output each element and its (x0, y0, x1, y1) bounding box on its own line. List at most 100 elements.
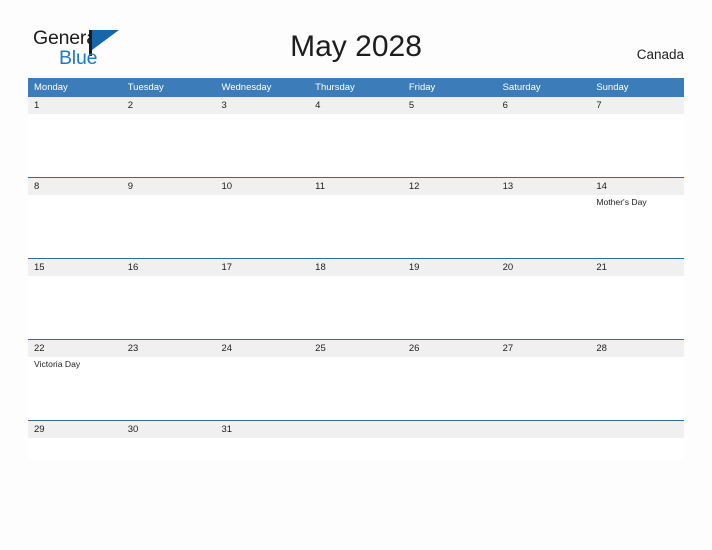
calendar-grid: Monday Tuesday Wednesday Thursday Friday… (28, 78, 684, 460)
day-number[interactable]: 19 (403, 259, 497, 276)
day-cell[interactable] (215, 357, 309, 420)
day-cell-empty (309, 438, 403, 460)
day-cell[interactable] (309, 114, 403, 177)
week-date-band: 15 16 17 18 19 20 21 (28, 259, 684, 276)
day-cell[interactable] (497, 276, 591, 339)
country-label: Canada (636, 47, 684, 62)
day-cell[interactable] (403, 114, 497, 177)
week-content-band: Victoria Day (28, 357, 684, 420)
day-number[interactable]: 20 (497, 259, 591, 276)
week-content-band: Mother's Day (28, 195, 684, 258)
day-number[interactable]: 3 (215, 97, 309, 114)
day-cell[interactable] (590, 114, 684, 177)
calendar-week-row: 1234567 (28, 97, 684, 177)
day-cell[interactable] (215, 276, 309, 339)
day-cell-empty (497, 438, 591, 460)
day-number[interactable]: 6 (497, 97, 591, 114)
day-cell[interactable] (403, 195, 497, 258)
weekday-header-thursday: Thursday (315, 82, 355, 93)
day-cell[interactable] (122, 195, 216, 258)
day-number[interactable]: 30 (122, 421, 216, 438)
week-date-band: 29 30 31 (28, 421, 684, 438)
week-date-band: 1234567 (28, 97, 684, 114)
calendar-week-row: 15 16 17 18 19 20 21 (28, 258, 684, 339)
day-cell-empty (403, 438, 497, 460)
day-number[interactable]: 22 (28, 340, 122, 357)
weekday-header-tuesday: Tuesday (127, 82, 164, 93)
calendar-week-row: 8 9 10 11 12 13 14 Mother's Day (28, 177, 684, 258)
day-cell[interactable]: Victoria Day (28, 357, 122, 420)
day-cell[interactable] (28, 195, 122, 258)
day-number[interactable]: 25 (309, 340, 403, 357)
day-number[interactable]: 13 (497, 178, 591, 195)
day-number[interactable]: 21 (590, 259, 684, 276)
day-cell[interactable] (122, 357, 216, 420)
day-number[interactable]: 24 (215, 340, 309, 357)
day-cell-empty (403, 421, 497, 438)
day-number[interactable]: 29 (28, 421, 122, 438)
week-date-band: 22 23 24 25 26 27 28 (28, 340, 684, 357)
day-number[interactable]: 14 (590, 178, 684, 195)
day-number[interactable]: 9 (122, 178, 216, 195)
day-cell[interactable] (497, 357, 591, 420)
weekday-header-row: Monday Tuesday Wednesday Thursday Friday… (28, 78, 684, 97)
day-number[interactable]: 11 (309, 178, 403, 195)
day-number[interactable]: 18 (309, 259, 403, 276)
day-number[interactable]: 23 (122, 340, 216, 357)
day-number[interactable]: 28 (590, 340, 684, 357)
day-number[interactable]: 10 (215, 178, 309, 195)
day-number[interactable]: 15 (28, 259, 122, 276)
day-cell[interactable] (590, 276, 684, 339)
calendar-weeks: 1 2 3 4 5 6 7 8 9 10 11 12 13 14 Mother's Day 15 16 17 18 1… (28, 97, 684, 460)
page-header: General Blue May 2028 Canada (0, 0, 712, 78)
weekday-header-saturday: Saturday (502, 82, 541, 93)
day-number[interactable]: 5 (403, 97, 497, 114)
week-content-band (28, 438, 684, 460)
day-cell[interactable] (215, 195, 309, 258)
day-cell[interactable] (403, 357, 497, 420)
page-title: May 2028 (290, 30, 422, 63)
weekday-header-sunday: Sunday (596, 82, 629, 93)
day-cell[interactable] (28, 114, 122, 177)
weekday-header-monday: Monday (34, 82, 68, 93)
day-number[interactable]: 27 (497, 340, 591, 357)
day-number[interactable]: 16 (122, 259, 216, 276)
day-number[interactable]: 1 (28, 97, 122, 114)
day-number[interactable]: 4 (309, 97, 403, 114)
day-event: Victoria Day (34, 359, 81, 369)
week-content-band (28, 276, 684, 339)
day-cell[interactable] (497, 195, 591, 258)
week-content-band (28, 114, 684, 177)
weekday-header-friday: Friday (408, 82, 436, 93)
day-cell[interactable] (590, 357, 684, 420)
day-cell[interactable] (309, 276, 403, 339)
day-number[interactable]: 7 (590, 97, 684, 114)
day-event: Mother's Day (596, 197, 647, 207)
day-cell[interactable] (215, 114, 309, 177)
calendar-week-row: 29 30 31 (28, 420, 684, 460)
day-number[interactable]: 8 (28, 178, 122, 195)
day-cell[interactable] (122, 276, 216, 339)
day-cell[interactable] (28, 276, 122, 339)
day-number[interactable]: 17 (215, 259, 309, 276)
day-cell[interactable] (309, 357, 403, 420)
day-cell[interactable] (122, 438, 216, 460)
day-cell[interactable] (28, 438, 122, 460)
day-cell-empty (497, 421, 591, 438)
day-cell-empty (590, 421, 684, 438)
day-cell[interactable] (215, 438, 309, 460)
day-cell-empty (590, 438, 684, 460)
week-date-band: 8 9 10 11 12 13 14 (28, 178, 684, 195)
day-cell-empty (309, 421, 403, 438)
day-cell[interactable] (122, 114, 216, 177)
day-number[interactable]: 26 (403, 340, 497, 357)
day-cell[interactable] (497, 114, 591, 177)
day-cell[interactable] (309, 195, 403, 258)
calendar-week-row: 22 23 24 25 26 27 28 Victoria Day (28, 339, 684, 420)
day-number[interactable]: 31 (215, 421, 309, 438)
day-number[interactable]: 2 (122, 97, 216, 114)
day-cell[interactable] (403, 276, 497, 339)
day-cell[interactable]: Mother's Day (590, 195, 684, 258)
weekday-header-wednesday: Wednesday (221, 82, 272, 93)
day-number[interactable]: 12 (403, 178, 497, 195)
